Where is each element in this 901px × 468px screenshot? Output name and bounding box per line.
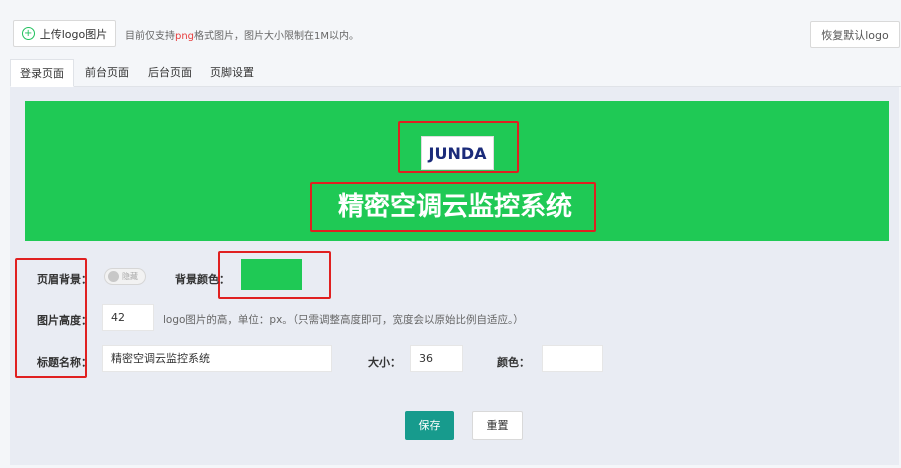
- tab-bar: 登录页面 前台页面 后台页面 页脚设置: [10, 59, 901, 87]
- title-name-input[interactable]: 精密空调云监控系统: [102, 345, 332, 372]
- header-bg-toggle[interactable]: 隐藏: [104, 268, 146, 285]
- plus-circle-icon: +: [21, 27, 35, 40]
- tab-admin-page[interactable]: 后台页面: [148, 59, 192, 87]
- bg-color-label: 背景颜色：: [175, 273, 230, 286]
- tab-login-page[interactable]: 登录页面: [10, 59, 74, 87]
- image-height-label: 图片高度：: [37, 314, 92, 327]
- title-color-label: 颜色：: [497, 356, 530, 369]
- image-height-input[interactable]: 42: [102, 304, 154, 331]
- reset-button[interactable]: 重置: [472, 411, 523, 440]
- tab-footer-settings[interactable]: 页脚设置: [210, 59, 254, 87]
- image-height-description: logo图片的高，单位：px。（只需调整高度即可，宽度会以原始比例自适应。）: [163, 314, 524, 326]
- hint-suffix: 格式图片，图片大小限制在1M以内。: [194, 31, 360, 42]
- toggle-knob: [108, 271, 119, 282]
- hint-prefix: 目前仅支持: [125, 31, 175, 42]
- save-button[interactable]: 保存: [405, 411, 454, 440]
- highlight-logo: [398, 121, 519, 173]
- tab-front-page[interactable]: 前台页面: [85, 59, 129, 87]
- hint-format: png: [175, 31, 195, 42]
- upload-logo-button[interactable]: + 上传logo图片: [13, 20, 116, 47]
- size-input[interactable]: 36: [410, 345, 463, 372]
- upload-hint: 目前仅支持png格式图片，图片大小限制在1M以内。: [125, 27, 359, 42]
- title-name-label: 标题名称：: [37, 356, 92, 369]
- restore-default-logo-button[interactable]: 恢复默认logo: [810, 21, 900, 48]
- highlight-title: [310, 182, 596, 232]
- toggle-label: 隐藏: [122, 272, 138, 281]
- title-color-input[interactable]: [542, 345, 603, 372]
- size-label: 大小：: [368, 356, 401, 369]
- header-bg-label: 页眉背景：: [37, 273, 92, 286]
- bg-color-picker[interactable]: [241, 259, 302, 290]
- upload-logo-label: 上传logo图片: [39, 27, 108, 41]
- toolbar: + 上传logo图片 目前仅支持png格式图片，图片大小限制在1M以内。 恢复默…: [0, 0, 901, 58]
